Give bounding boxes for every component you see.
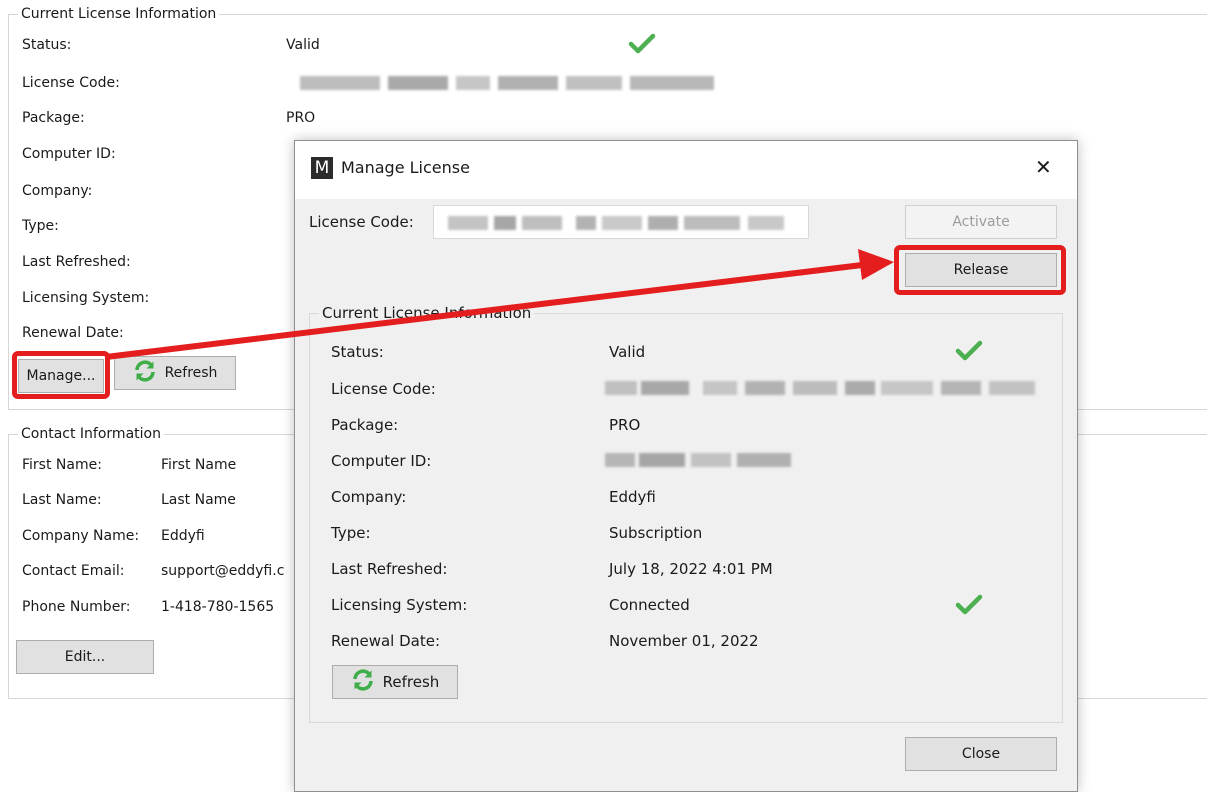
dialog-last-refreshed-label: Last Refreshed: xyxy=(331,560,448,578)
contact-group-title: Contact Information xyxy=(18,426,164,442)
package-value: PRO xyxy=(286,110,316,126)
company-name-value: Eddyfi xyxy=(161,528,205,544)
refresh-button-label: Refresh xyxy=(164,365,218,381)
close-button-label: Close xyxy=(961,746,1001,762)
close-button[interactable]: Close xyxy=(905,737,1057,771)
last-name-label: Last Name: xyxy=(22,492,102,508)
status-checkmark-icon xyxy=(955,339,983,363)
manage-license-dialog: M Manage License ✕ License Code: Activat… xyxy=(294,140,1078,792)
dialog-renewal-date-label: Renewal Date: xyxy=(331,632,441,650)
release-button-highlight xyxy=(894,245,1066,295)
dialog-renewal-date-value: November 01, 2022 xyxy=(609,632,759,650)
last-name-value: Last Name xyxy=(161,492,236,508)
activate-button[interactable]: Activate xyxy=(905,205,1057,239)
edit-button[interactable]: Edit... xyxy=(16,640,154,674)
licensing-system-checkmark-icon xyxy=(955,593,983,617)
dialog-license-code-row-label: License Code: xyxy=(331,380,436,398)
dialog-license-group-title: Current License Information xyxy=(319,305,535,321)
first-name-value: First Name xyxy=(161,457,237,473)
close-icon[interactable]: ✕ xyxy=(1035,155,1052,179)
dialog-licensing-system-label: Licensing System: xyxy=(331,596,468,614)
dialog-titlebar: M Manage License ✕ xyxy=(295,141,1077,199)
licensing-system-label: Licensing System: xyxy=(22,290,150,306)
edit-button-label: Edit... xyxy=(64,649,106,665)
app-logo-icon: M xyxy=(311,157,333,179)
dialog-title: Manage License xyxy=(341,158,470,177)
dialog-refresh-button-label: Refresh xyxy=(382,673,440,691)
license-code-input[interactable] xyxy=(433,205,809,239)
dialog-company-value: Eddyfi xyxy=(609,488,656,506)
dialog-status-value: Valid xyxy=(609,343,646,361)
dialog-package-value: PRO xyxy=(609,416,641,434)
license-code-label: License Code: xyxy=(22,75,120,91)
dialog-license-groupbox xyxy=(309,313,1063,723)
phone-number-label: Phone Number: xyxy=(22,599,131,615)
activate-button-label: Activate xyxy=(952,214,1010,230)
dialog-package-label: Package: xyxy=(331,416,399,434)
renewal-date-label: Renewal Date: xyxy=(22,325,124,341)
dialog-company-label: Company: xyxy=(331,488,407,506)
dialog-license-code-label: License Code: xyxy=(309,213,414,231)
refresh-icon xyxy=(133,359,157,387)
refresh-icon xyxy=(351,668,375,696)
license-code-redacted xyxy=(300,76,714,90)
status-value: Valid xyxy=(286,37,320,53)
phone-number-value: 1-418-780-1565 xyxy=(161,599,275,615)
computer-id-label: Computer ID: xyxy=(22,146,116,162)
license-code-input-redacted xyxy=(448,216,784,230)
type-label: Type: xyxy=(22,218,59,234)
dialog-refresh-button[interactable]: Refresh xyxy=(332,665,458,699)
company-name-label: Company Name: xyxy=(22,528,140,544)
dialog-license-code-redacted xyxy=(605,381,1035,395)
contact-email-value: support@eddyfi.c xyxy=(161,563,285,579)
package-label: Package: xyxy=(22,110,85,126)
dialog-status-label: Status: xyxy=(331,343,384,361)
dialog-last-refreshed-value: July 18, 2022 4:01 PM xyxy=(609,560,773,578)
dialog-computer-id-label: Computer ID: xyxy=(331,452,432,470)
dialog-licensing-system-value: Connected xyxy=(609,596,690,614)
first-name-label: First Name: xyxy=(22,457,102,473)
company-label: Company: xyxy=(22,183,93,199)
refresh-button-background[interactable]: Refresh xyxy=(114,356,236,390)
dialog-type-label: Type: xyxy=(331,524,371,542)
manage-button-highlight xyxy=(12,351,110,399)
contact-email-label: Contact Email: xyxy=(22,563,125,579)
checkmark-icon xyxy=(628,32,656,56)
dialog-type-value: Subscription xyxy=(609,524,703,542)
license-group-title: Current License Information xyxy=(18,6,220,22)
computer-id-redacted xyxy=(605,453,791,467)
last-refreshed-label: Last Refreshed: xyxy=(22,254,131,270)
status-label: Status: xyxy=(22,37,72,53)
